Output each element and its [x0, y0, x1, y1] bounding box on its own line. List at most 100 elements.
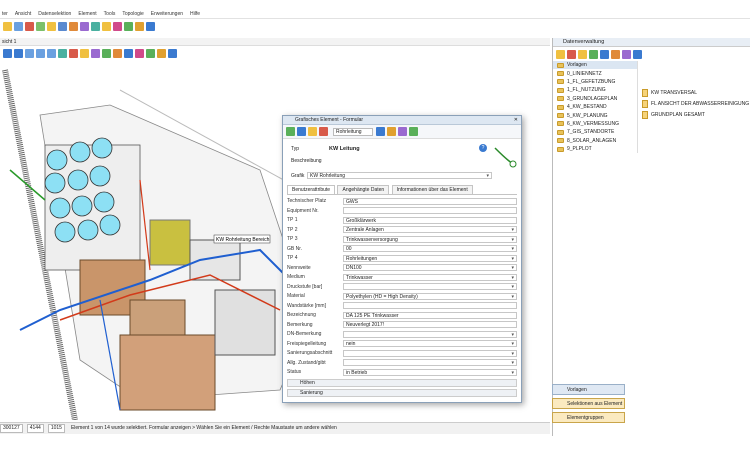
link-icon[interactable] [397, 127, 407, 136]
template-doc[interactable]: GRUNDPLAN GESAMT [638, 109, 750, 120]
forward-icon[interactable] [14, 49, 23, 58]
settings-icon[interactable] [135, 22, 144, 31]
tree-icon[interactable] [124, 22, 133, 31]
field-input[interactable]: Neuverlegt 2017! [343, 321, 517, 329]
template-doc[interactable]: KW TRANSVERSAL [638, 87, 750, 98]
menu-item[interactable]: Ansicht [15, 11, 31, 17]
warning-icon[interactable] [386, 127, 396, 136]
vorlagen-button[interactable]: Vorlagen [552, 384, 625, 395]
field-input[interactable] [343, 302, 517, 310]
tree-item[interactable]: 3_GRUNDLAGEPLAN [553, 95, 637, 103]
template-doc[interactable]: FL ANSICHT DER ABWASSERREINIGUNG [638, 98, 750, 109]
menu-item[interactable]: Erweiterungen [151, 11, 183, 17]
symbol-icon[interactable] [124, 49, 133, 58]
select-icon[interactable] [80, 22, 89, 31]
field-input[interactable]: Zentrale Anlagen [343, 226, 517, 234]
section-hoehen[interactable]: Höhen [287, 379, 517, 387]
help-icon-3[interactable] [633, 49, 642, 59]
elementgruppen-button[interactable]: Elementgruppen [552, 412, 625, 423]
snap-icon[interactable] [146, 49, 155, 58]
save-icon[interactable] [14, 22, 23, 31]
tab-informationen[interactable]: Informationen über das Element [391, 185, 473, 194]
tab-angehaengte-daten[interactable]: Angehängte Daten [337, 185, 390, 194]
field-input[interactable]: Rohrleitungen [343, 254, 517, 262]
new-icon[interactable] [556, 49, 565, 59]
delete-icon[interactable] [567, 49, 576, 59]
field-input[interactable]: DA 125 PE Trinkwasser [343, 311, 517, 319]
selektion-button[interactable]: Selektionen aus Element [552, 398, 625, 409]
field-input[interactable]: in Betrieb [343, 368, 517, 376]
folder-icon[interactable] [308, 127, 317, 136]
zoom-icon[interactable] [58, 22, 67, 31]
zoom-out-icon[interactable] [36, 49, 45, 58]
grid-icon[interactable] [36, 22, 45, 31]
export-icon[interactable] [408, 127, 418, 136]
view-tab[interactable]: sicht 1 [0, 38, 550, 46]
zoom-extent-icon[interactable] [47, 49, 56, 58]
type-select[interactable]: Rohrleitung [333, 127, 373, 136]
menu-item[interactable]: Tools [104, 11, 116, 17]
info-icon[interactable] [157, 49, 166, 58]
field-input[interactable] [343, 349, 517, 357]
tab-benutzerattribute[interactable]: Benutzerattribute [287, 185, 336, 194]
menu-item[interactable]: ter [2, 11, 8, 17]
text-icon[interactable] [80, 49, 89, 58]
import-icon[interactable] [600, 49, 609, 59]
tree-item[interactable]: 6_KW_VERMESSUNG [553, 120, 637, 128]
field-input[interactable]: DN100 [343, 264, 517, 272]
zoom-in-icon[interactable] [25, 49, 34, 58]
refresh-icon[interactable] [589, 49, 598, 59]
help-icon-2[interactable] [168, 49, 177, 58]
field-input[interactable] [343, 283, 517, 291]
target-icon[interactable] [375, 127, 385, 136]
layer-icon[interactable] [47, 22, 56, 31]
menu-item[interactable]: Hilfe [190, 11, 200, 17]
field-input[interactable]: Großklärwerk [343, 216, 517, 224]
folder-icon[interactable] [578, 49, 587, 59]
tree-item[interactable]: 7_GIS_STANDORTE [553, 128, 637, 136]
field-input[interactable] [343, 207, 517, 215]
section-sanierung[interactable]: Sanierung [287, 389, 517, 397]
menu-item[interactable]: Element [78, 11, 96, 17]
pan-icon[interactable] [58, 49, 67, 58]
help-icon[interactable]: ? [479, 144, 487, 152]
tree-item[interactable]: 5_KW_PLANUNG [553, 111, 637, 119]
menu-item[interactable]: Datenselektion [38, 11, 71, 17]
tree-item[interactable]: 1_FL_NUTZUNG [553, 86, 637, 94]
line-icon[interactable] [91, 49, 100, 58]
field-input[interactable]: Polyethylen (HD = High Density) [343, 292, 517, 300]
back-icon[interactable] [3, 49, 12, 58]
field-input[interactable] [343, 359, 517, 367]
tree-root[interactable]: Vorlagen [553, 61, 637, 70]
delete-icon[interactable] [25, 22, 34, 31]
filter-icon[interactable] [622, 49, 631, 59]
tree-item[interactable]: 0_LINIENNETZ [553, 69, 637, 77]
open-icon[interactable] [3, 22, 12, 31]
tree-item[interactable]: 8_SOLAR_ANLAGEN [553, 137, 637, 145]
folder-icon[interactable] [102, 22, 111, 31]
redraw-icon[interactable] [69, 49, 78, 58]
tree-item[interactable]: 4_KW_BESTAND [553, 103, 637, 111]
help-icon[interactable] [146, 22, 155, 31]
save-icon[interactable] [297, 127, 306, 136]
menu-item[interactable]: Topologie [122, 11, 143, 17]
field-input[interactable]: Trinkwasserversorgung [343, 235, 517, 243]
field-input[interactable] [343, 330, 517, 338]
chart-icon[interactable] [113, 22, 122, 31]
field-input[interactable]: Trinkwasser [343, 273, 517, 281]
edit-icon[interactable] [135, 49, 144, 58]
field-input[interactable]: nein [343, 340, 517, 348]
polygon-icon[interactable] [102, 49, 111, 58]
close-icon[interactable]: ✕ [514, 116, 518, 125]
topology-icon[interactable] [91, 22, 100, 31]
point-icon[interactable] [113, 49, 122, 58]
measure-icon[interactable] [69, 22, 78, 31]
tree-item[interactable]: 9_PLPLOT [553, 145, 637, 153]
field-input[interactable]: 00 [343, 245, 517, 253]
tree-item[interactable]: 1_FL_GEFETZBUNG [553, 78, 637, 86]
export-icon[interactable] [611, 49, 620, 59]
refresh-icon[interactable] [286, 127, 295, 136]
delete-icon[interactable] [319, 127, 328, 136]
field-input[interactable]: GWS [343, 197, 517, 205]
grafik-select[interactable]: KW Rohrleitung [307, 172, 492, 179]
